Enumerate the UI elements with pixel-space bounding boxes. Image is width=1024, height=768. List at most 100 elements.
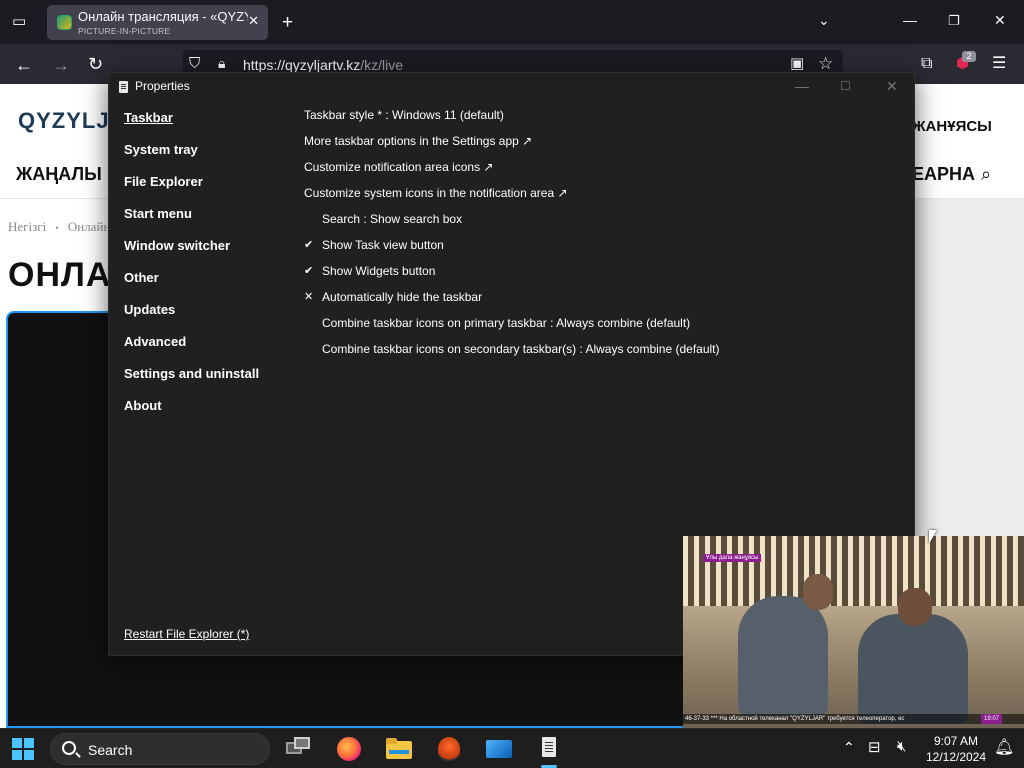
app-orange-taskbar-icon[interactable] [436,736,462,762]
restore-icon[interactable]: ❐ [948,14,960,27]
reload-icon[interactable]: ↻ [88,55,103,73]
option-row[interactable]: Customize system icons in the notificati… [304,185,904,211]
checkmark-icon: ✔ [304,265,314,277]
properties-lines-icon [545,742,553,743]
media-app-taskbar-icon[interactable] [486,736,512,762]
sidebar-item-system-tray[interactable]: System tray [124,142,294,174]
checkmark-icon: ✔ [304,239,314,251]
sidebar-item-settings-and-uninstall[interactable]: Settings and uninstall [124,366,294,398]
pip-person-left [738,596,828,716]
option-row[interactable]: ✕ Automatically hide the taskbar [304,289,904,315]
extensions-icon[interactable]: ⧉ [921,56,932,72]
tab-subtitle: PICTURE-IN-PICTURE [78,26,171,36]
option-row[interactable]: Taskbar style * : Windows 11 (default) [304,107,904,133]
site-nav-family[interactable]: ЖАНҰЯСЫ [912,118,992,135]
close-window-icon[interactable]: ✕ [994,13,1006,27]
sidebar-item-file-explorer[interactable]: File Explorer [124,174,294,206]
pip-video-background [683,536,1024,611]
taskbar-clock[interactable]: 9:07 AM 12/12/2024 [920,733,992,765]
window-maximize-icon[interactable]: ☐ [840,79,851,93]
folder-tab-icon [386,738,397,744]
tab-title: Онлайн трансляция - «QYZYL [78,9,248,24]
pip-video-wall [683,606,1024,728]
task-view-button[interactable] [286,736,312,762]
option-label: Show Widgets button [322,264,436,278]
lock-icon[interactable]: 🔒︎ [218,56,225,70]
sidebar-item-other[interactable]: Other [124,270,294,302]
orange-app-icon [438,737,460,761]
pip-broadcast-clock: 19:07 [980,714,1002,724]
new-tab-icon[interactable]: + [282,13,293,32]
option-label: Customize system icons in the notificati… [304,186,568,200]
restart-file-explorer-link[interactable]: Restart File Explorer (*) [124,627,249,641]
option-label: Automatically hide the taskbar [322,290,483,304]
windows-logo-tile-icon [24,750,34,760]
site-nav-special[interactable]: ЕАРНА [912,164,975,185]
firefox-taskbar-icon[interactable] [336,736,362,762]
option-row[interactable]: ✔ Show Task view button [304,237,904,263]
minimize-icon[interactable]: — [903,13,917,27]
list-all-tabs-chevron-icon[interactable]: ⌄ [818,13,830,27]
option-label: Customize notification area icons ↗ [304,160,494,174]
url-path: /kz/live [360,57,404,73]
window-close-icon[interactable]: ✕ [886,78,898,95]
option-row[interactable]: Customize notification area icons ↗ [304,159,904,185]
mouse-cursor-icon [929,530,937,544]
option-label: More taskbar options in the Settings app… [304,134,533,148]
windows-logo-tile-icon [24,738,34,748]
sidebar-item-updates[interactable]: Updates [124,302,294,334]
site-favicon-icon [58,16,71,29]
firefox-icon [337,737,361,761]
url-text: https://qyzyljartv.kz/kz/live [243,57,403,73]
pip-person-left-head [803,574,833,610]
option-row[interactable]: More taskbar options in the Settings app… [304,133,904,159]
url-host: https://qyzyljartv.kz [243,57,361,73]
pip-person-right-head [898,588,932,626]
photos-icon [486,740,512,758]
option-label: Taskbar style * : Windows 11 (default) [304,108,504,122]
volume-muted-icon[interactable]: 🔇︎ [897,738,906,755]
option-row[interactable]: Search : Show search box [304,211,904,237]
sidebar-item-window-switcher[interactable]: Window switcher [124,238,294,270]
option-row[interactable]: ✔ Show Widgets button [304,263,904,289]
show-hidden-icons-chevron-icon[interactable]: ⌃ [843,739,855,756]
window-titlebar[interactable]: Properties — ☐ ✕ [109,73,914,101]
sidebar-item-advanced[interactable]: Advanced [124,334,294,366]
windows-logo-tile-icon [12,738,22,748]
site-search-icon[interactable]: ⌕ [981,165,991,183]
windows-taskbar: Search ⌃ ⊟ 🔇︎ 🔔︎ [0,728,1024,768]
sidebar-item-about[interactable]: About [124,398,294,430]
network-icon[interactable]: ⊟ [868,738,881,756]
option-row[interactable]: Combine taskbar icons on secondary taskb… [304,341,904,367]
sidebar-item-start-menu[interactable]: Start menu [124,206,294,238]
menu-hamburger-icon[interactable]: ☰ [992,56,1006,72]
option-label: Search : Show search box [322,212,463,226]
back-icon[interactable]: ← [15,56,33,74]
pip-person-right [858,614,968,724]
notifications-bell-icon[interactable]: 🔔︎ [994,737,1014,757]
browser-tab-strip: ▭ Онлайн трансляция - «QYZYL PICTURE-IN-… [0,0,1024,44]
bookmark-star-icon[interactable]: ☆ [818,55,833,72]
start-button[interactable] [12,738,34,760]
option-row[interactable]: Combine taskbar icons on primary taskbar… [304,315,904,341]
taskbar-search-box[interactable]: Search [50,733,270,765]
browser-tab[interactable]: Онлайн трансляция - «QYZYL PICTURE-IN-PI… [47,5,268,40]
shield-icon[interactable]: ⛉ [189,56,200,71]
tab-close-icon[interactable]: ✕ [248,13,259,29]
reader-view-icon[interactable]: ▣ [790,56,804,71]
pip-program-tag: Ұлы дала жанұясы [703,554,762,562]
forward-icon[interactable]: → [52,56,70,74]
search-label: Search [88,742,133,758]
breadcrumb: Негізгі • Онлайн [8,219,110,235]
folder-stripe-icon [389,750,409,754]
file-explorer-taskbar-icon[interactable] [386,736,412,762]
properties-taskbar-icon[interactable] [536,736,562,768]
breadcrumb-current: Онлайн [67,219,111,234]
sidebar-item-taskbar[interactable]: Taskbar [124,110,294,142]
page-title: ОНЛА [8,256,112,294]
tab-list-icon[interactable]: ▭ [12,14,26,29]
picture-in-picture-window[interactable]: Ұлы дала жанұясы 46-37-33 *** На областн… [683,536,1024,728]
site-nav-news[interactable]: ЖАҢАЛЫ [16,164,102,185]
breadcrumb-home[interactable]: Негізгі [8,219,46,234]
window-minimize-icon[interactable]: — [795,78,809,94]
